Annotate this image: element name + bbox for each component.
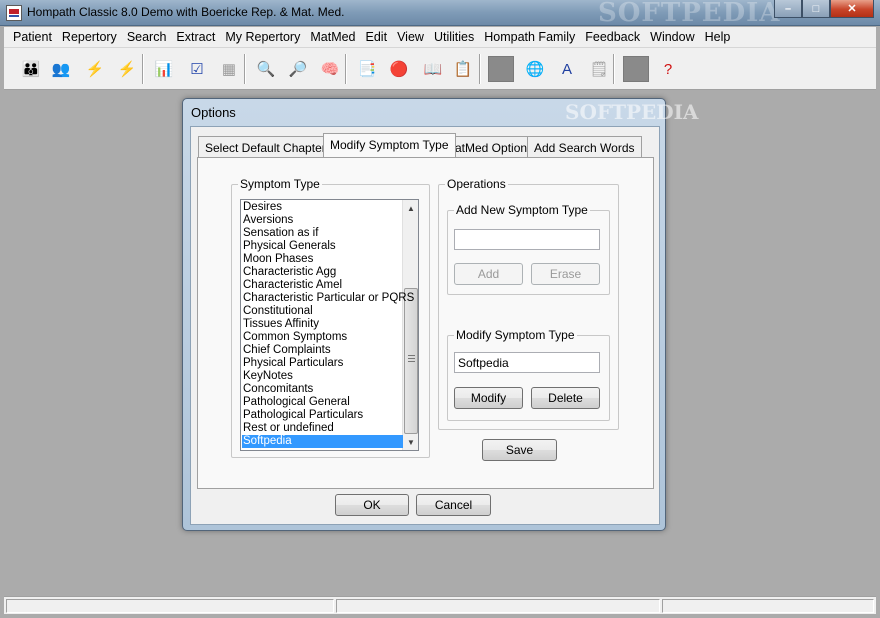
list-item[interactable]: Constitutional	[242, 305, 403, 318]
toolbar: 👪 👥 ⚡ ⚡ 📊 ☑ ▦ 🔍 🔎 🧠 📑 🔴 📖 📋 🌐 A 🗒?	[4, 48, 876, 90]
list-item[interactable]: Characteristic Agg	[242, 266, 403, 279]
checklist-icon[interactable]: 📋	[450, 56, 476, 82]
save-button[interactable]: Save	[482, 439, 557, 461]
disabled-tool-2-icon[interactable]	[623, 56, 649, 82]
menu-my-repertory[interactable]: My Repertory	[220, 30, 305, 44]
search-chart-icon[interactable]: 🔍	[253, 56, 279, 82]
toolbar-separator	[142, 54, 144, 84]
menu-matmed[interactable]: MatMed	[305, 30, 360, 44]
modify-symptom-input[interactable]	[454, 352, 600, 373]
list-item[interactable]: Sensation as if	[242, 227, 403, 240]
status-bar	[4, 596, 876, 614]
list-item[interactable]: Chief Complaints	[242, 344, 403, 357]
grid-disabled-icon[interactable]: ▦	[216, 56, 242, 82]
patients-green-icon[interactable]: 👪	[18, 56, 44, 82]
lightning-disabled-icon[interactable]: ⚡	[114, 56, 140, 82]
status-panel-1	[6, 599, 334, 613]
list-item[interactable]: Desires	[242, 201, 403, 214]
toolbar-separator	[345, 54, 347, 84]
scroll-thumb[interactable]	[404, 288, 418, 434]
list-item[interactable]: Rest or undefined	[242, 422, 403, 435]
status-panel-2	[336, 599, 660, 613]
operations-label: Operations	[445, 177, 508, 191]
toolbar-separator	[613, 54, 615, 84]
add-new-label: Add New Symptom Type	[454, 203, 590, 217]
list-item[interactable]: Moon Phases	[242, 253, 403, 266]
symptom-type-list[interactable]: ▲ ▼ Desires Aversions Sensation as if Physi…	[240, 199, 419, 451]
dialog-watermark: SOFTPEDIA	[565, 100, 699, 124]
chart-window-icon[interactable]: ☑	[184, 56, 210, 82]
list-item[interactable]: Pathological Particulars	[242, 409, 403, 422]
search-alt-icon[interactable]: 🔎	[285, 56, 311, 82]
disabled-tool-icon[interactable]	[488, 56, 514, 82]
toolbar-separator	[479, 54, 481, 84]
list-item[interactable]: Tissues Affinity	[242, 318, 403, 331]
font-page-icon[interactable]: A	[554, 56, 580, 82]
menu-search[interactable]: Search	[122, 30, 172, 44]
list-item[interactable]: Concomitants	[242, 383, 403, 396]
list-item[interactable]: Physical Particulars	[242, 357, 403, 370]
menu-utilities[interactable]: Utilities	[429, 30, 479, 44]
globe-page-icon[interactable]: 🌐	[522, 56, 548, 82]
maximize-button[interactable]: □	[802, 0, 830, 18]
erase-button[interactable]: Erase	[531, 263, 600, 285]
add-button[interactable]: Add	[454, 263, 523, 285]
add-new-symptom-input[interactable]	[454, 229, 600, 250]
title-bar: Hompath Classic 8.0 Demo with Boericke R…	[0, 0, 880, 28]
list-item[interactable]: Common Symptoms	[242, 331, 403, 344]
materia-medica-icon[interactable]: 📑	[354, 56, 380, 82]
list-item[interactable]: Physical Generals	[242, 240, 403, 253]
menu-edit[interactable]: Edit	[361, 30, 393, 44]
head-profile-icon[interactable]: 🧠	[317, 56, 343, 82]
menu-hompath-family[interactable]: Hompath Family	[479, 30, 580, 44]
window-controls: – □ ✕	[774, 0, 874, 18]
patients-red-icon[interactable]: 👥	[48, 56, 74, 82]
tab-modify-symptom-type[interactable]: Modify Symptom Type	[323, 133, 456, 157]
dialog-title: Options	[191, 105, 236, 120]
tab-add-search-words[interactable]: Add Search Words	[527, 136, 642, 157]
close-button[interactable]: ✕	[830, 0, 874, 18]
tab-select-default-chapters[interactable]: Select Default Chapters	[198, 136, 339, 157]
list-item[interactable]: Pathological General	[242, 396, 403, 409]
menu-patient[interactable]: Patient	[8, 30, 57, 44]
scroll-up-icon[interactable]: ▲	[403, 200, 418, 216]
ok-button[interactable]: OK	[335, 494, 409, 516]
app-logo-icon	[6, 5, 22, 21]
modify-button[interactable]: Modify	[454, 387, 523, 409]
menu-extract[interactable]: Extract	[171, 30, 220, 44]
remedy-balls-icon[interactable]: 🔴	[386, 56, 412, 82]
symptom-type-label: Symptom Type	[238, 177, 322, 191]
modify-label: Modify Symptom Type	[454, 328, 577, 342]
list-item[interactable]: Softpedia	[242, 435, 403, 448]
book-icon[interactable]: 📖	[420, 56, 446, 82]
watermark: SOFTPEDIA	[598, 0, 781, 28]
scroll-down-icon[interactable]: ▼	[403, 434, 418, 450]
menu-repertory[interactable]: Repertory	[57, 30, 122, 44]
list-item[interactable]: Aversions	[242, 214, 403, 227]
list-item[interactable]: KeyNotes	[242, 370, 403, 383]
menu-window[interactable]: Window	[645, 30, 699, 44]
status-panel-3	[662, 599, 874, 613]
list-scrollbar[interactable]: ▲ ▼	[402, 200, 418, 450]
list-item[interactable]: Characteristic Particular or PQRS	[242, 292, 414, 305]
repertory-sheet-icon[interactable]: 📊	[151, 56, 177, 82]
note-disabled-icon[interactable]: 🗒	[586, 56, 612, 82]
menu-feedback[interactable]: Feedback	[580, 30, 645, 44]
lightning-icon[interactable]: ⚡	[82, 56, 108, 82]
grip-icon	[408, 355, 415, 362]
help-icon[interactable]: ?	[655, 56, 681, 82]
toolbar-separator	[244, 54, 246, 84]
list-item[interactable]: Characteristic Amel	[242, 279, 403, 292]
menu-help[interactable]: Help	[700, 30, 736, 44]
cancel-button[interactable]: Cancel	[416, 494, 491, 516]
menu-bar: Patient Repertory Search Extract My Repertor…	[4, 27, 876, 48]
delete-button[interactable]: Delete	[531, 387, 600, 409]
window-title: Hompath Classic 8.0 Demo with Boericke R…	[27, 5, 345, 19]
minimize-button[interactable]: –	[774, 0, 802, 18]
menu-view[interactable]: View	[392, 30, 429, 44]
